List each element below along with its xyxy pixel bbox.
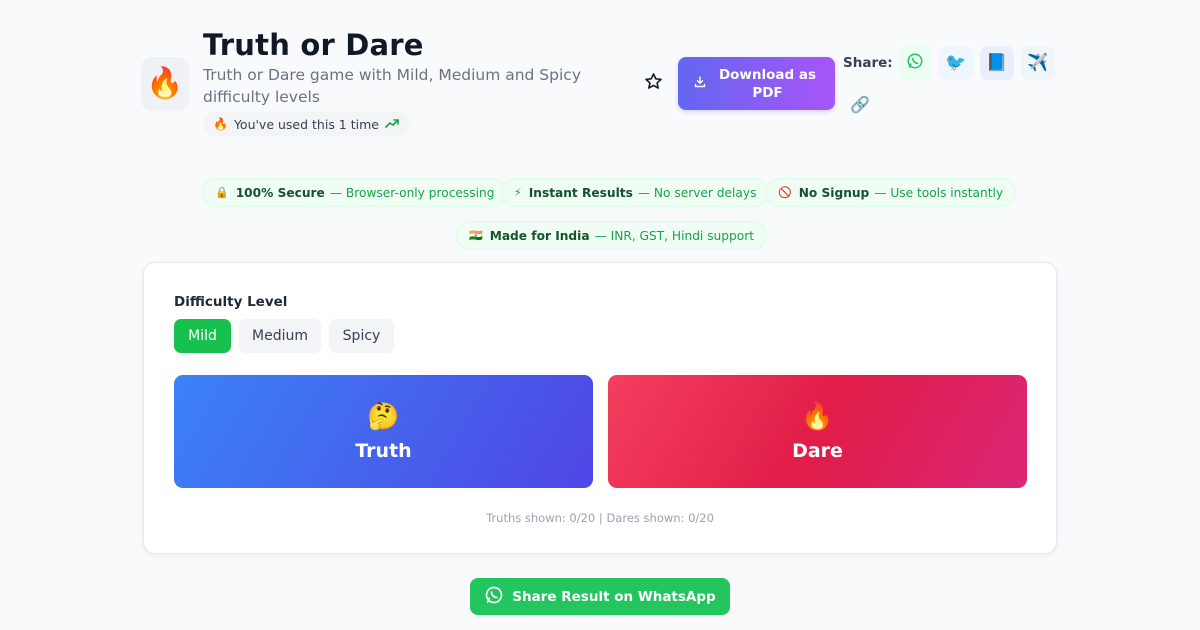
page-subtitle: Truth or Dare game with Mild, Medium and… [203,66,581,106]
thinking-face-icon: 🤔 [367,401,400,432]
share-twitter-button[interactable]: 🐦 [939,46,973,80]
badge-no-signup: 🚫 No Signup — Use tools instantly [765,178,1017,207]
share-facebook-button[interactable]: 📘 [980,46,1014,80]
game-card: Difficulty Level Mild Medium Spicy 🤔 Tru… [143,262,1057,554]
flame-icon: 🔥 [213,117,228,131]
star-icon [644,72,663,95]
download-label: Download as PDF [718,66,817,101]
badge-title: Made for India [489,228,590,243]
badge-instant: ⚡ Instant Results — No server delays [501,178,770,207]
india-flag-icon: 🇮🇳 [469,229,483,242]
link-icon: 🔗 [850,94,870,114]
whatsapp-icon [906,52,924,75]
dare-label: Dare [792,439,843,462]
app-icon: 🔥 [141,57,189,110]
dare-button[interactable]: 🔥 Dare [608,375,1027,488]
share-label: Share: [843,55,893,71]
badge-description: — INR, GST, Hindi support [594,228,754,243]
truth-label: Truth [355,439,412,462]
shown-counts: Truths shown: 0/20 | Dares shown: 0/20 [486,511,714,525]
download-pdf-button[interactable]: Download as PDF [678,57,835,110]
share-result-whatsapp-button[interactable]: Share Result on WhatsApp [470,578,730,615]
badge-secure: 🔒 100% Secure — Browser-only processing [202,178,508,207]
difficulty-spicy-button[interactable]: Spicy [329,319,394,353]
page-title: Truth or Dare [203,28,424,62]
favorite-star-button[interactable] [640,70,666,96]
badge-title: No Signup [798,185,870,200]
usage-text: You've used this 1 time [233,116,379,132]
prohibited-icon: 🚫 [778,186,792,199]
badge-description: — No server delays [637,185,757,200]
badge-title: Instant Results [528,185,633,200]
difficulty-mild-button[interactable]: Mild [174,319,231,353]
twitter-bird-icon: 🐦 [945,53,967,73]
lock-icon: 🔒 [215,186,229,199]
truth-button[interactable]: 🤔 Truth [174,375,593,488]
difficulty-label: Difficulty Level [174,294,288,310]
share-telegram-button[interactable]: ✈️ [1021,46,1055,80]
telegram-plane-icon: ✈️ [1027,53,1049,73]
share-result-label: Share Result on WhatsApp [512,588,716,605]
badge-title: 100% Secure [235,185,325,200]
download-icon [694,75,706,92]
whatsapp-icon [484,585,504,609]
copy-link-button[interactable]: 🔗 [847,91,873,117]
badge-india: 🇮🇳 Made for India — INR, GST, Hindi supp… [456,221,767,250]
badge-description: — Use tools instantly [874,185,1004,200]
usage-badge: 🔥 You've used this 1 time [203,112,409,136]
trending-up-icon [385,117,399,132]
fire-icon: 🔥 [801,401,834,432]
difficulty-medium-button[interactable]: Medium [239,319,321,353]
lightning-icon: ⚡ [514,186,522,199]
badge-description: — Browser-only processing [329,185,495,200]
facebook-book-icon: 📘 [986,53,1008,73]
share-whatsapp-button[interactable] [898,46,932,80]
